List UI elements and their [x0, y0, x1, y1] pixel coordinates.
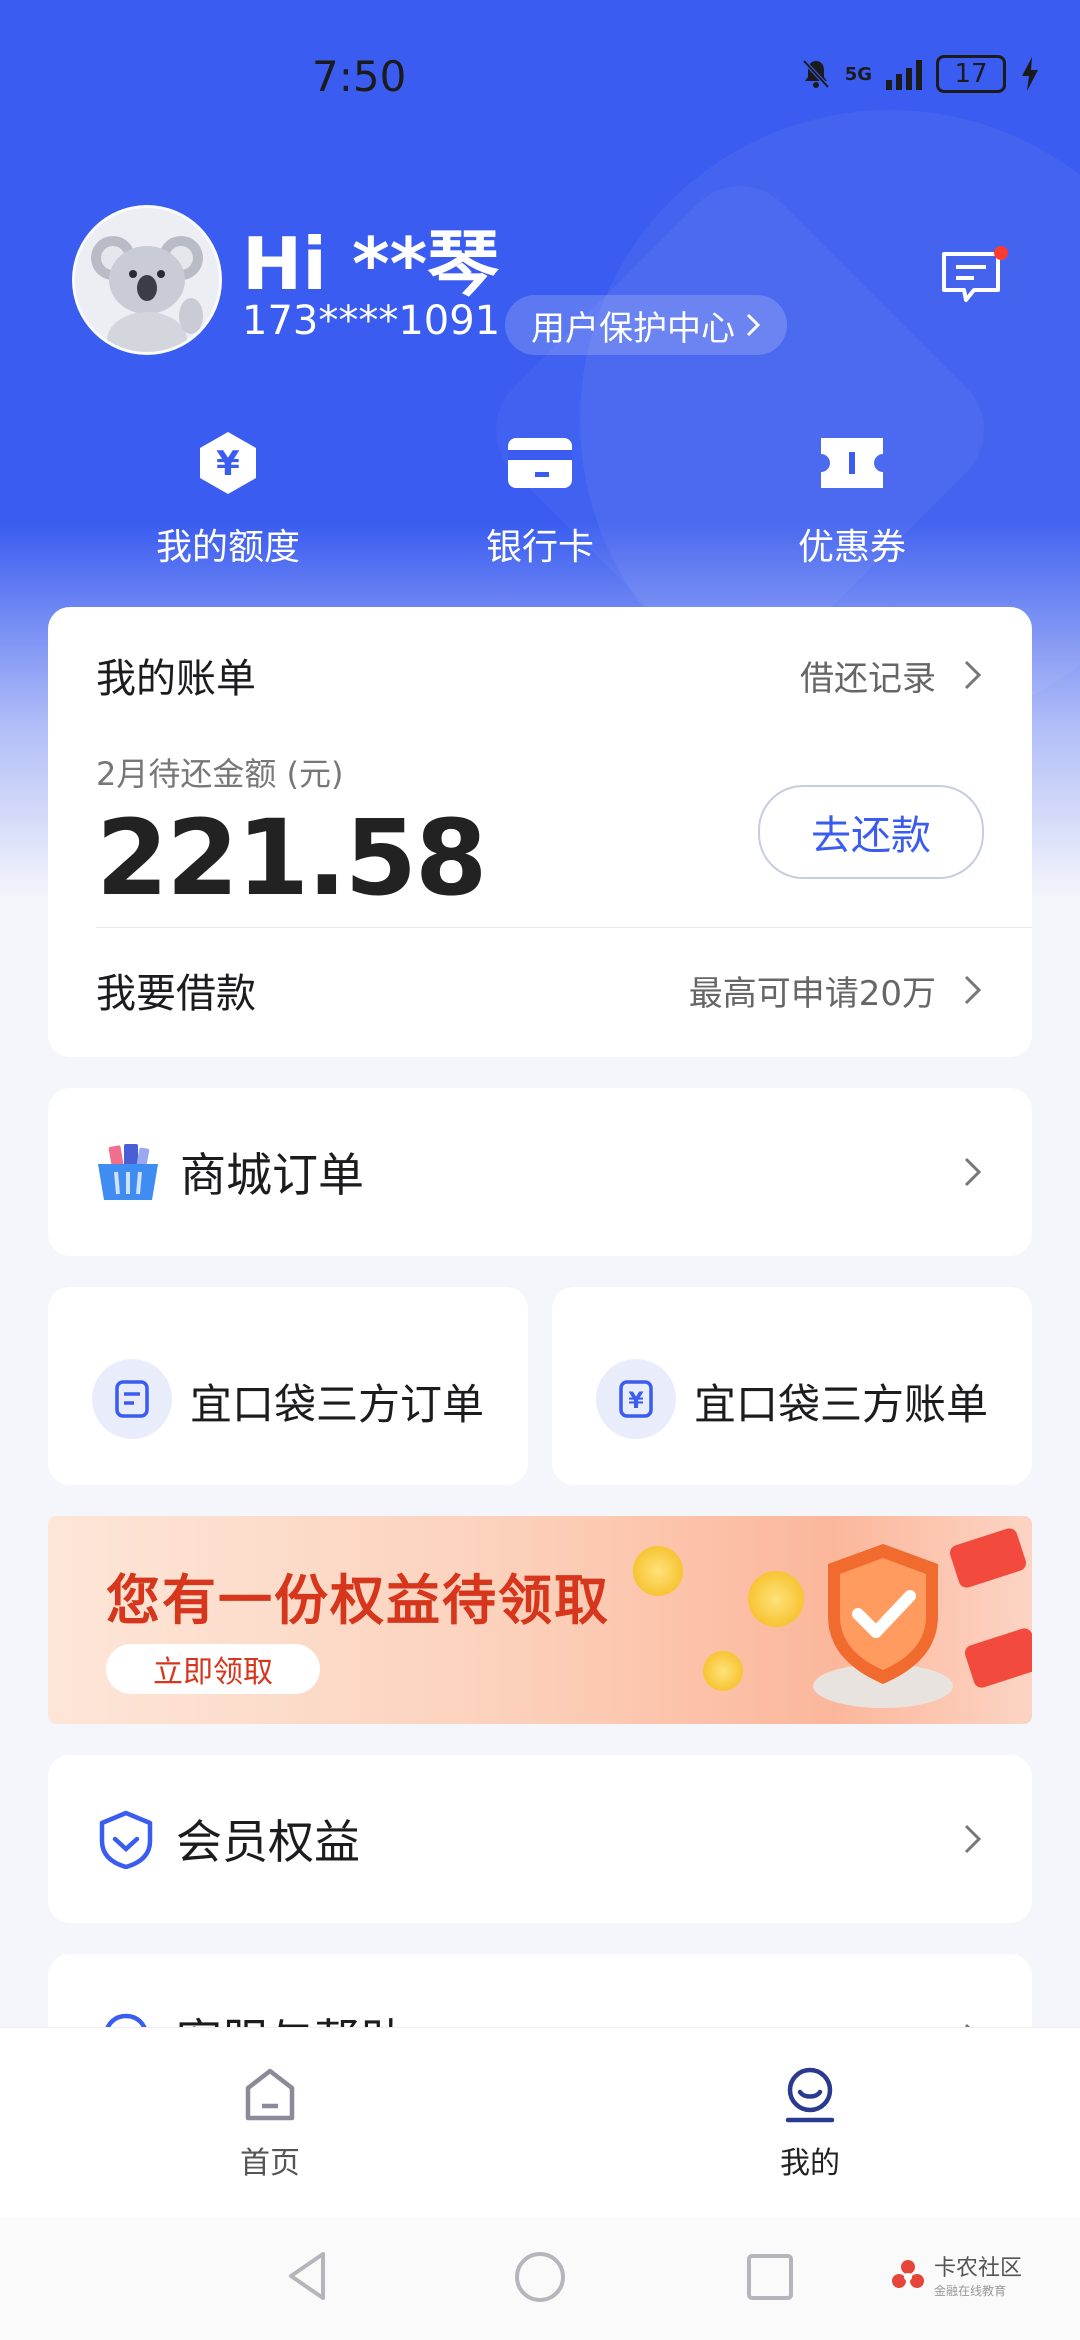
nav-label: 首页 [240, 2146, 300, 2181]
bottom-navigation: 首页 我的 [0, 2027, 1080, 2218]
protection-center-label: 用户保护中心 [531, 308, 735, 349]
bank-card-icon [508, 438, 572, 488]
watermark-subtitle: 金融在线教育 [933, 2284, 1006, 2298]
avatar[interactable] [72, 205, 222, 355]
borrow-hint-group: 最高可申请20万 [689, 966, 984, 1015]
member-benefits-group: 会员权益 [96, 1806, 360, 1872]
red-envelope-decoration [947, 1526, 1029, 1590]
home-circle-icon[interactable] [513, 2250, 567, 2304]
order-doc-icon [115, 1380, 149, 1418]
coin-decoration [703, 1651, 743, 1691]
watermark-title: 卡农社区 [933, 2256, 1022, 2281]
bell-muted-icon [802, 59, 830, 89]
battery-icon: 17 [936, 55, 1006, 93]
home-icon [245, 2068, 295, 2121]
banner-title: 您有一份权益待领取 [106, 1569, 610, 1632]
battery-level: 17 [954, 59, 988, 89]
ticket-icon [821, 438, 883, 488]
greeting: Hi **琴 [242, 222, 500, 306]
nav-home[interactable]: 首页 [170, 2066, 370, 2182]
red-envelope-decoration [962, 1626, 1032, 1690]
claim-now-button[interactable]: 立即领取 [106, 1644, 320, 1694]
quick-action-label: 我的额度 [155, 527, 300, 568]
status-time: 7:50 [312, 52, 407, 101]
shield-check-icon [813, 1544, 953, 1708]
divider [96, 927, 1032, 928]
third-party-orders-label: 宜口袋三方订单 [190, 1380, 485, 1429]
notification-dot [994, 246, 1008, 260]
chevron-right-icon [964, 660, 982, 690]
mall-orders-group: 商城订单 [96, 1139, 364, 1205]
chevron-right-icon [964, 975, 982, 1005]
amount-label: 2月待还金额 (元) [96, 755, 344, 793]
borrow-row[interactable]: 我要借款 最高可申请20万 [96, 955, 984, 1025]
coin-decoration [748, 1571, 804, 1627]
bill-title: 我的账单 [96, 656, 256, 702]
mall-orders-content: 商城订单 [96, 1088, 984, 1256]
yen-doc-icon: ¥ [619, 1380, 653, 1418]
status-bar: 7:50 5G 17 [0, 0, 1080, 160]
nav-label: 我的 [780, 2146, 840, 2181]
third-party-bills-label: 宜口袋三方账单 [694, 1380, 989, 1429]
shield-icon [99, 1810, 153, 1869]
repayment-history-label: 借还记录 [800, 658, 936, 699]
phone-number: 173****1091 [242, 298, 501, 344]
yen-doc-icon-wrap: ¥ [596, 1359, 676, 1439]
order-doc-icon-wrap [92, 1359, 172, 1439]
quick-action-label: 银行卡 [485, 527, 594, 568]
svg-text:¥: ¥ [216, 444, 240, 484]
signal-icon [886, 58, 922, 90]
chevron-right-icon [964, 1157, 982, 1187]
repayment-history-link[interactable]: 借还记录 [800, 651, 984, 700]
profile-icon [785, 2067, 835, 2123]
bill-card: 我的账单 借还记录 2月待还金额 (元) 221.58 去还款 我要借款 最高可… [48, 607, 1032, 1057]
member-benefits-row[interactable]: 会员权益 [48, 1755, 1032, 1923]
quick-action-limit[interactable]: ¥ 我的额度 [118, 430, 338, 570]
member-benefits-label: 会员权益 [176, 1815, 360, 1869]
repay-button[interactable]: 去还款 [758, 785, 984, 879]
mall-orders-label: 商城订单 [180, 1148, 364, 1202]
back-icon[interactable] [285, 2250, 329, 2302]
mall-orders-row[interactable]: 商城订单 [48, 1088, 1032, 1256]
amount-due: 221.58 [96, 797, 487, 919]
yen-hexagon-icon: ¥ [200, 432, 256, 494]
charging-icon [1022, 57, 1038, 91]
kanong-logo-icon [891, 2259, 924, 2288]
user-protection-center-button[interactable]: 用户保护中心 [505, 295, 787, 355]
third-party-bills-card[interactable]: ¥ 宜口袋三方账单 [552, 1287, 1032, 1485]
benefit-banner[interactable]: 您有一份权益待领取 立即领取 [48, 1516, 1032, 1724]
shopping-basket-icon [98, 1144, 158, 1200]
nav-profile[interactable]: 我的 [710, 2066, 910, 2182]
quick-action-label: 优惠券 [797, 527, 906, 568]
coin-decoration [633, 1546, 683, 1596]
chevron-right-icon [964, 1824, 982, 1854]
recents-icon[interactable] [745, 2252, 795, 2302]
watermark-text: 卡农社区 金融在线教育 [934, 2250, 1022, 2299]
borrow-hint: 最高可申请20万 [688, 973, 936, 1014]
koala-avatar-icon [75, 208, 219, 352]
message-icon[interactable] [940, 250, 1002, 306]
quick-action-coupon[interactable]: 优惠券 [742, 430, 962, 570]
bill-header: 我的账单 借还记录 [96, 647, 984, 703]
member-benefits-content: 会员权益 [96, 1755, 984, 1923]
network-type: 5G [844, 63, 872, 85]
quick-action-bank-card[interactable]: 银行卡 [430, 430, 650, 570]
chevron-right-icon [746, 313, 761, 337]
svg-text:¥: ¥ [628, 1389, 644, 1414]
watermark: 卡农社区 金融在线教育 [890, 2250, 1022, 2299]
status-icons: 5G 17 [801, 55, 1040, 93]
third-party-orders-card[interactable]: 宜口袋三方订单 [48, 1287, 528, 1485]
borrow-label: 我要借款 [96, 971, 256, 1017]
